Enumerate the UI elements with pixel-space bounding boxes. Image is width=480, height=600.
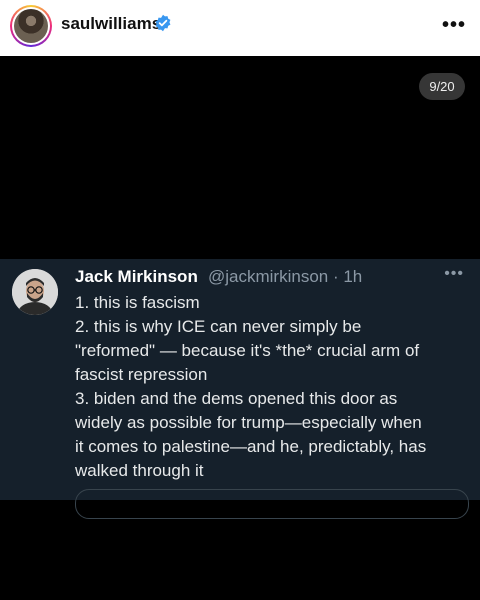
tweet-line: 3. biden and the dems opened this door a… bbox=[75, 389, 398, 408]
tweet-line: walked through it bbox=[75, 461, 204, 480]
more-horizontal-icon[interactable]: ••• bbox=[442, 14, 466, 37]
more-horizontal-icon[interactable]: ••• bbox=[444, 265, 464, 283]
tweet-line: 2. this is why ICE can never simply be bbox=[75, 317, 362, 336]
quoted-card[interactable] bbox=[75, 489, 469, 519]
profile-avatar[interactable] bbox=[10, 5, 52, 47]
avatar-portrait-icon bbox=[12, 269, 58, 315]
avatar-photo bbox=[14, 9, 48, 43]
verified-badge-icon bbox=[155, 14, 171, 32]
username[interactable]: saulwilliams bbox=[61, 14, 161, 34]
tweet-line: fascist repression bbox=[75, 365, 208, 384]
tweet-author-name[interactable]: Jack Mirkinson bbox=[75, 267, 198, 287]
tweet-line: 1. this is fascism bbox=[75, 293, 200, 312]
media-counter-badge: 9/20 bbox=[419, 73, 465, 100]
tweet-handle-time[interactable]: @jackmirkinson · 1h bbox=[208, 267, 362, 287]
avatar-inner bbox=[12, 7, 50, 45]
tweet-avatar[interactable] bbox=[12, 269, 58, 315]
tweet-line: it comes to palestine—and he, predictabl… bbox=[75, 437, 427, 456]
tweet-line: "reformed" — because it's *the* crucial … bbox=[75, 341, 420, 360]
post-header: saulwilliams ••• bbox=[0, 0, 480, 56]
tweet-text: 1. this is fascism 2. this is why ICE ca… bbox=[75, 291, 475, 483]
tweet-card: Jack Mirkinson @jackmirkinson · 1h ••• 1… bbox=[0, 259, 480, 519]
tweet-line: widely as possible for trump—especially … bbox=[75, 413, 422, 432]
